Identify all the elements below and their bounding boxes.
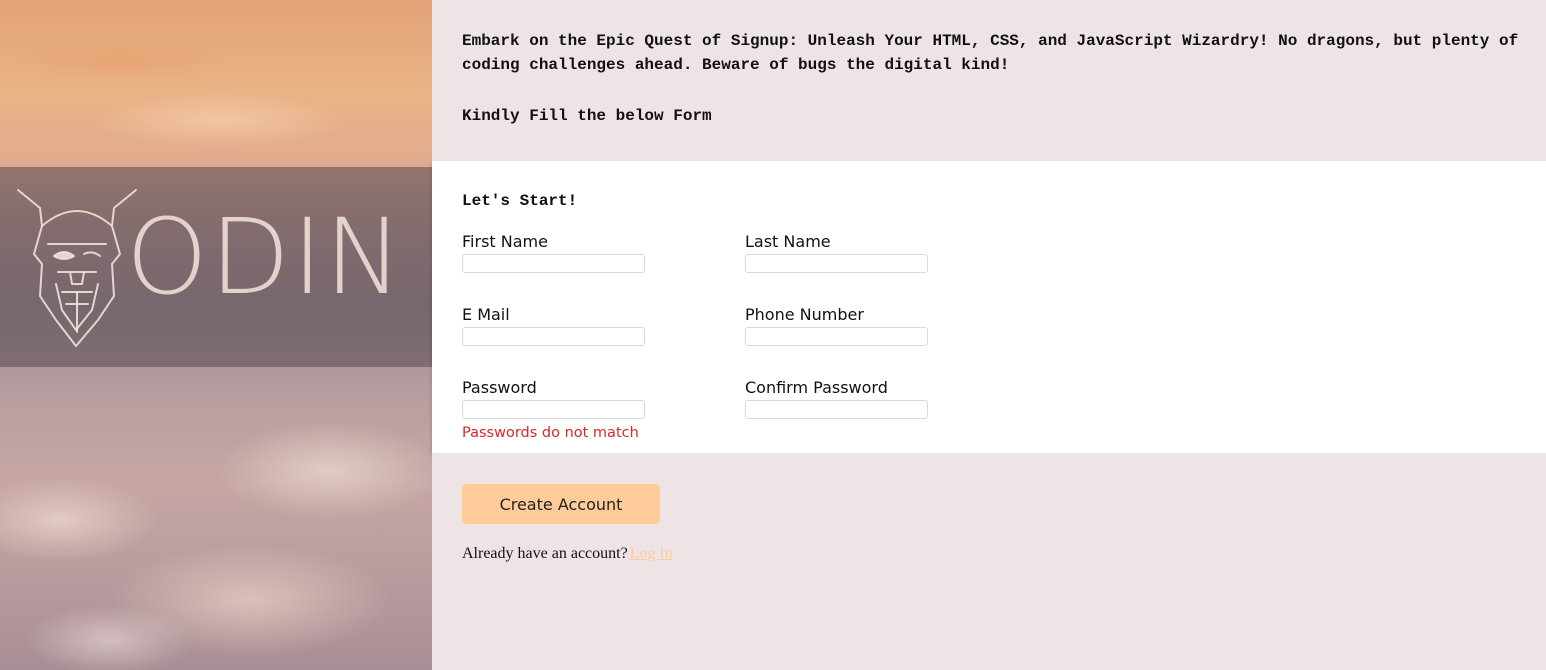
password-label: Password <box>462 378 537 397</box>
phone-input[interactable] <box>745 327 928 346</box>
first-name-label: First Name <box>462 232 548 251</box>
actions-section: Create Account Already have an account? L… <box>432 453 1546 670</box>
confirm-password-input[interactable] <box>745 400 928 419</box>
intro-text: Embark on the Epic Quest of Signup: Unle… <box>462 32 1519 74</box>
odin-viking-head-icon <box>17 189 137 347</box>
password-field: Password Passwords do not match <box>462 378 722 441</box>
phone-label: Phone Number <box>745 305 864 324</box>
last-name-input[interactable] <box>745 254 928 273</box>
create-account-button[interactable]: Create Account <box>462 484 660 524</box>
login-prompt: Already have an account? <box>462 545 628 562</box>
form-prompt: Kindly Fill the below Form <box>462 107 712 125</box>
phone-field: Phone Number <box>745 305 935 346</box>
login-link[interactable]: Log In <box>630 545 673 562</box>
last-name-field: Last Name <box>745 232 935 273</box>
confirm-password-field: Confirm Password <box>745 378 935 419</box>
hero-panel: ODIN <box>0 0 432 670</box>
email-input[interactable] <box>462 327 645 346</box>
password-input[interactable] <box>462 400 645 419</box>
last-name-label: Last Name <box>745 232 831 251</box>
email-field: E Mail <box>462 305 652 346</box>
confirm-password-label: Confirm Password <box>745 378 888 397</box>
signup-main: Embark on the Epic Quest of Signup: Unle… <box>432 0 1546 670</box>
email-label: E Mail <box>462 305 510 324</box>
first-name-field: First Name <box>462 232 652 273</box>
password-error-message: Passwords do not match <box>462 425 639 441</box>
login-line: Already have an account? Log In <box>462 545 1516 563</box>
signup-form: Let's Start! First Name Last Name E Mail… <box>432 161 1546 453</box>
first-name-input[interactable] <box>462 254 645 273</box>
form-heading: Let's Start! <box>462 192 578 210</box>
odin-wordmark: ODIN <box>126 196 405 318</box>
intro-section: Embark on the Epic Quest of Signup: Unle… <box>432 0 1546 161</box>
